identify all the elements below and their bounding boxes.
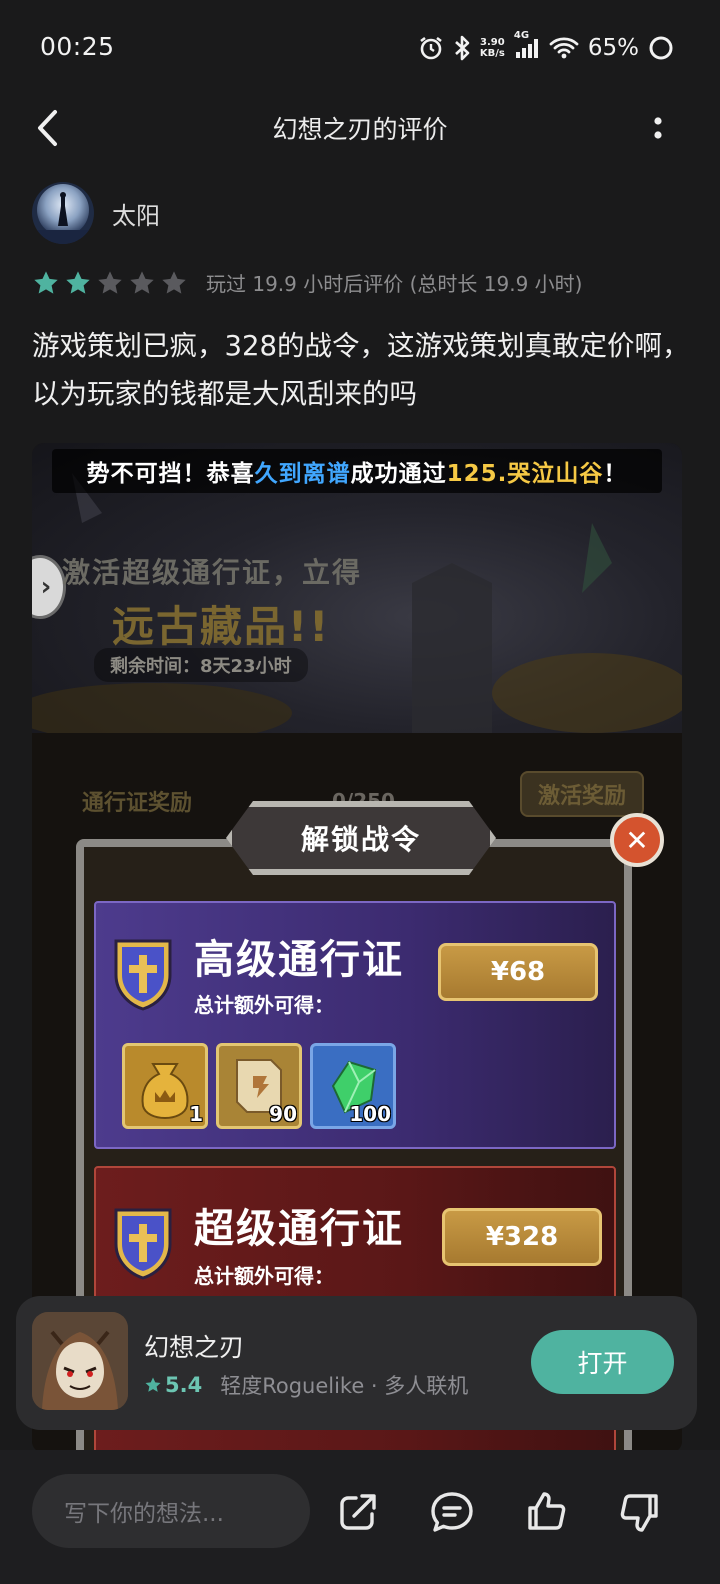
net-speed-value: 3.90 <box>480 37 505 48</box>
reward-gold-bag: 1 <box>122 1043 208 1129</box>
promo-line1: 激活超级通行证，立得 <box>62 556 363 589</box>
star-icon <box>145 1377 161 1392</box>
advanced-pass-name: 高级通行证 <box>194 937 404 983</box>
banner-text-mid: 成功通过 <box>350 461 447 487</box>
achievement-banner: 势不可挡！恭喜 久到离谱 成功通过 125.哭泣山谷！ <box>52 449 662 493</box>
avatar[interactable] <box>32 182 94 244</box>
playtime-text: 玩过 19.9 小时后评价 (总时长 19.9 小时) <box>206 272 583 296</box>
game-meta: 5.4 轻度Roguelike · 多人联机 <box>144 1370 468 1400</box>
game-score-value: 5.4 <box>165 1373 203 1397</box>
share-icon <box>340 1494 376 1530</box>
thumbs-up-icon <box>528 1492 566 1530</box>
shield-icon <box>114 1208 172 1280</box>
battery-percent: 65% <box>587 35 639 61</box>
rating-row: 玩过 19.9 小时后评价 (总时长 19.9 小时) <box>32 268 582 297</box>
battery-icon <box>648 35 674 61</box>
game-icon[interactable] <box>32 1312 128 1410</box>
like-button[interactable] <box>518 1484 574 1540</box>
net-speed-unit: KB/s <box>479 48 505 59</box>
header: 幻想之刃的评价 <box>0 96 720 160</box>
panel-close-icon: ✕ <box>610 813 664 867</box>
star-filled-icon <box>34 270 58 294</box>
banner-player-name: 久到离谱 <box>254 461 351 487</box>
activate-reward-tab: 激活奖励 <box>520 771 644 817</box>
star-filled-icon <box>66 270 90 294</box>
advanced-pass-price: ¥68 <box>438 943 598 1001</box>
network-type: 4G <box>513 30 530 41</box>
more-options-button[interactable] <box>636 106 680 150</box>
game-name[interactable]: 幻想之刃 <box>144 1328 244 1364</box>
super-pass-sub: 总计额外可得： <box>194 1264 334 1288</box>
net-speed: 3.90 KB/s <box>480 37 505 59</box>
review-author[interactable]: 太阳 <box>32 182 160 244</box>
open-game-button[interactable]: 打开 <box>531 1330 674 1394</box>
thumbs-down-icon <box>620 1494 658 1532</box>
bluetooth-icon <box>453 34 471 62</box>
status-time: 00:25 <box>40 32 115 61</box>
pass-rewards-tab: 通行证奖励 <box>82 791 193 816</box>
shield-icon <box>114 939 172 1011</box>
status-bar: 00:25 3.90 KB/s 4G 65% <box>0 0 720 96</box>
banner-text-post: ！ <box>603 461 628 487</box>
game-card[interactable]: 幻想之刃 5.4 轻度Roguelike · 多人联机 打开 <box>16 1296 697 1430</box>
game-score: 5.4 <box>144 1373 202 1397</box>
unlock-panel-title: 解锁战令 <box>226 801 496 875</box>
share-button[interactable] <box>330 1484 386 1540</box>
reward-scroll: 90 <box>216 1043 302 1129</box>
wifi-icon <box>549 36 579 60</box>
star-empty-icon <box>98 270 122 294</box>
reward-green-gem: 100 <box>310 1043 396 1129</box>
promo-remaining-time: 剩余时间：8天23小时 <box>94 648 308 682</box>
more-vertical-icon <box>654 117 662 139</box>
dislike-button[interactable] <box>612 1484 668 1540</box>
reward-qty: 90 <box>269 1102 297 1126</box>
page-title: 幻想之刃的评价 <box>272 115 448 144</box>
advanced-pass-card: 高级通行证 总计额外可得： ¥68 1 90 100 <box>94 901 616 1149</box>
comment-icon <box>431 1492 473 1532</box>
banner-stage-name: 125.哭泣山谷 <box>446 461 604 487</box>
promo-line2: 远古藏品!! <box>112 602 331 651</box>
author-name[interactable]: 太阳 <box>112 196 160 231</box>
game-tags: 轻度Roguelike · 多人联机 <box>220 1374 469 1398</box>
reward-qty: 1 <box>189 1102 203 1126</box>
screenshot-hero: 势不可挡！恭喜 久到离谱 成功通过 125.哭泣山谷！ › 激活超级通行证，立得 远古… <box>32 443 682 733</box>
reward-qty: 100 <box>349 1102 391 1126</box>
super-pass-price: ¥328 <box>442 1208 602 1266</box>
status-icons: 3.90 KB/s 4G 65% <box>418 30 674 66</box>
star-empty-icon <box>130 270 154 294</box>
super-pass-name: 超级通行证 <box>194 1206 404 1252</box>
bottom-action-bar: 写下你的想法... <box>0 1450 720 1584</box>
advanced-pass-sub: 总计额外可得： <box>194 993 334 1017</box>
signal-icon: 4G <box>514 30 540 60</box>
reply-button[interactable] <box>424 1484 480 1540</box>
comment-input[interactable]: 写下你的想法... <box>32 1474 310 1548</box>
review-text: 游戏策划已疯，328的战令，这游戏策划真敢定价啊，以为玩家的钱都是大风刮来的吗 <box>32 330 690 410</box>
alarm-icon <box>418 35 444 61</box>
banner-text-pre: 势不可挡！恭喜 <box>86 461 255 487</box>
star-empty-icon <box>162 270 186 294</box>
